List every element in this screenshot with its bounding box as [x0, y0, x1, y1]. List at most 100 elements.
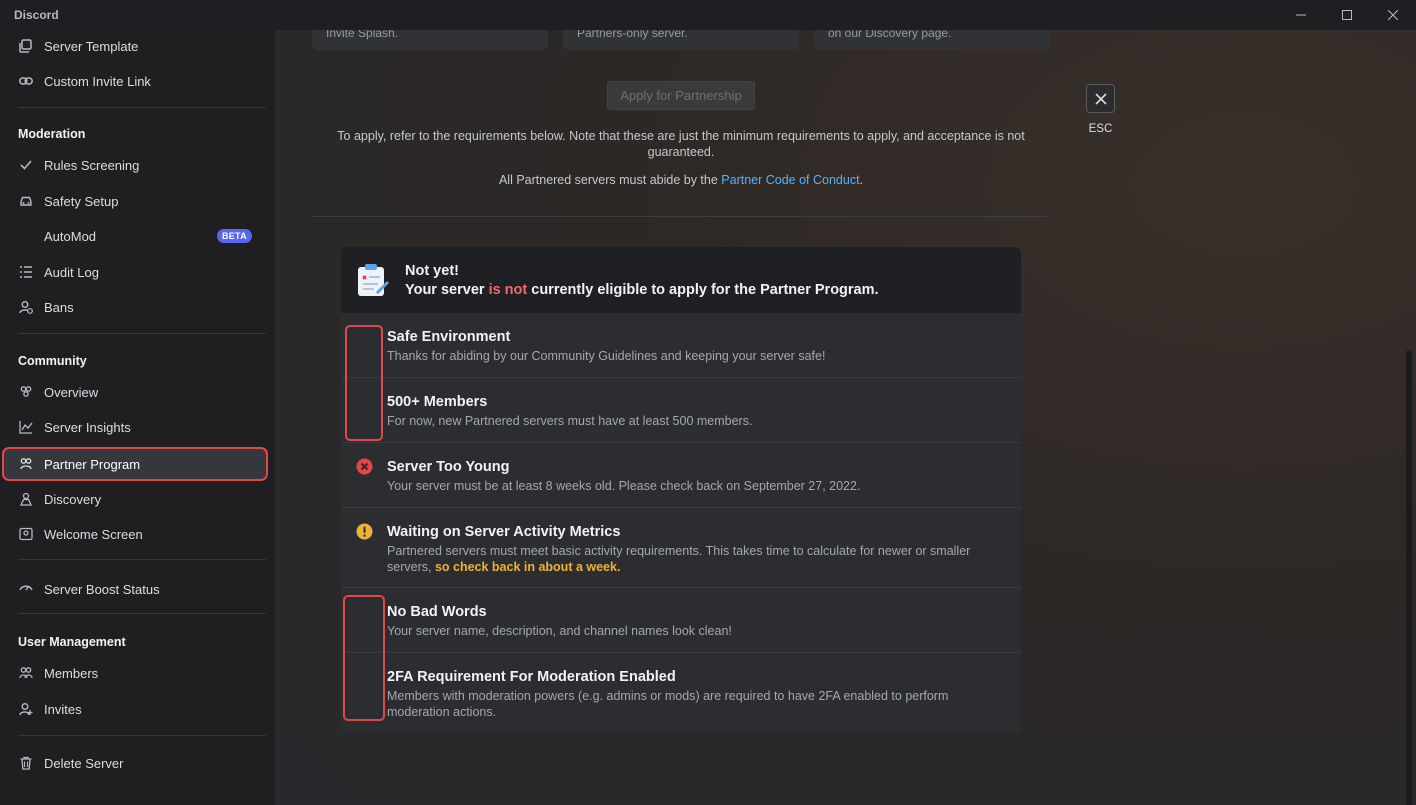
title-bar: Discord	[0, 0, 1416, 30]
close-icon	[1094, 92, 1107, 105]
sidebar-item-label: Server Boost Status	[44, 581, 160, 597]
sidebar-item-members[interactable]: Members	[8, 657, 264, 689]
requirement-title: Safe Environment	[387, 329, 511, 345]
requirement-title: Waiting on Server Activity Metrics	[387, 524, 621, 540]
sidebar-item-server-boost-status[interactable]: Server Boost Status	[8, 573, 264, 605]
requirement-title: Server Too Young	[387, 459, 510, 475]
sidebar-item-label: Welcome Screen	[44, 526, 143, 542]
esc-label: ESC	[1088, 123, 1113, 135]
sidebar-item-bans[interactable]: Bans	[8, 291, 264, 323]
requirement-row: No Bad Words Your server name, descripti…	[341, 588, 1021, 653]
section-header-user-management: User Management	[18, 635, 126, 649]
divider	[18, 333, 266, 334]
window-controls	[1278, 0, 1416, 30]
requirement-description: Partnered servers must meet basic activi…	[387, 544, 971, 574]
check-icon	[18, 157, 34, 173]
close-icon	[1388, 10, 1398, 20]
apply-for-partnership-button[interactable]: Apply for Partnership	[607, 81, 755, 110]
welcome-icon	[18, 526, 34, 542]
link-icon	[18, 73, 34, 89]
settings-sidebar: Server Template Custom Invite Link Moder…	[0, 30, 275, 805]
sidebar-item-safety-setup[interactable]: Safety Setup	[8, 185, 264, 217]
section-header-moderation: Moderation	[18, 127, 86, 141]
sidebar-item-rules-screening[interactable]: Rules Screening	[8, 149, 264, 181]
partner-icon	[18, 456, 34, 472]
car-icon	[18, 193, 34, 209]
sidebar-item-server-template[interactable]: Server Template	[8, 30, 264, 62]
warning-icon	[356, 523, 373, 540]
requirement-row: Server Too Young Your server must be at …	[341, 443, 1021, 508]
requirement-title: 500+ Members	[387, 394, 488, 410]
perk-card: Partners-only server.	[563, 30, 799, 50]
divider	[312, 216, 1050, 217]
requirement-title: 2FA Requirement For Moderation Enabled	[387, 669, 676, 685]
discovery-icon	[18, 491, 34, 507]
eligibility-panel: Not yet! Your server is not currently el…	[341, 247, 1021, 733]
trash-icon	[18, 755, 34, 771]
requirement-row: Waiting on Server Activity Metrics Partn…	[341, 508, 1021, 588]
sidebar-item-label: Server Template	[44, 38, 139, 54]
sidebar-item-label: Safety Setup	[44, 193, 119, 209]
close-settings-button[interactable]	[1086, 84, 1115, 113]
maximize-button[interactable]	[1324, 0, 1370, 30]
eligibility-header: Not yet! Your server is not currently el…	[341, 247, 1021, 313]
sidebar-item-label: Members	[44, 665, 99, 681]
close-window-button[interactable]	[1370, 0, 1416, 30]
members-icon	[18, 665, 34, 681]
boost-icon	[18, 581, 34, 597]
divider	[18, 735, 266, 736]
sidebar-item-discovery[interactable]: Discovery	[8, 483, 264, 515]
requirement-description: Members with moderation powers (e.g. adm…	[387, 689, 949, 719]
perk-card: on our Discovery page.	[814, 30, 1050, 50]
sidebar-item-label: Rules Screening	[44, 157, 140, 173]
sidebar-item-label: Audit Log	[44, 264, 99, 280]
sidebar-item-label: Invites	[44, 701, 82, 717]
sidebar-item-custom-invite-link[interactable]: Custom Invite Link	[8, 65, 264, 97]
divider	[18, 107, 266, 108]
invite-icon	[18, 701, 34, 717]
requirement-row: Safe Environment Thanks for abiding by o…	[341, 313, 1021, 378]
requirement-row: 2FA Requirement For Moderation Enabled M…	[341, 653, 1021, 733]
sidebar-item-label: Custom Invite Link	[44, 73, 151, 89]
sidebar-item-label: Overview	[44, 384, 99, 400]
sidebar-item-label: Partner Program	[44, 456, 141, 472]
scrollbar[interactable]	[1406, 350, 1412, 805]
divider	[18, 559, 266, 560]
list-icon	[18, 264, 34, 280]
minimize-button[interactable]	[1278, 0, 1324, 30]
beta-badge: BETA	[216, 229, 252, 243]
sidebar-item-label: Bans	[44, 299, 74, 315]
app-title: Discord	[14, 8, 59, 22]
people-icon	[18, 384, 34, 400]
requirement-description: Thanks for abiding by our Community Guid…	[387, 349, 826, 363]
requirement-row: 500+ Members For now, new Partnered serv…	[341, 378, 1021, 443]
partner-code-of-conduct-link[interactable]: Partner Code of Conduct	[721, 173, 859, 187]
requirement-description: Your server name, description, and chann…	[387, 624, 732, 638]
sidebar-item-automod[interactable]: AutoMod BETA	[8, 220, 264, 252]
sidebar-item-welcome-screen[interactable]: Welcome Screen	[8, 518, 264, 550]
template-icon	[18, 38, 34, 54]
sidebar-item-label: Server Insights	[44, 419, 131, 435]
sidebar-item-audit-log[interactable]: Audit Log	[8, 256, 264, 288]
eligibility-subtitle: Your server is not currently eligible to…	[405, 281, 879, 298]
section-header-community: Community	[18, 354, 87, 368]
sidebar-item-invites[interactable]: Invites	[8, 693, 264, 725]
missing-icon-highlight	[345, 325, 383, 441]
minimize-icon	[1296, 14, 1306, 16]
sidebar-item-delete-server[interactable]: Delete Server	[8, 747, 264, 779]
requirement-title: No Bad Words	[387, 604, 487, 620]
requirement-description: Your server must be at least 8 weeks old…	[387, 479, 861, 493]
sidebar-item-server-insights[interactable]: Server Insights	[8, 411, 264, 443]
sidebar-item-label: AutoMod	[44, 228, 97, 244]
main-content: Invite Splash. Partners-only server. on …	[275, 30, 1416, 805]
eligibility-title: Not yet!	[405, 262, 459, 279]
sidebar-item-label: Discovery	[44, 491, 102, 507]
maximize-icon	[1342, 10, 1352, 20]
requirement-description: For now, new Partnered servers must have…	[387, 414, 753, 428]
sidebar-item-overview[interactable]: Overview	[8, 376, 264, 408]
code-of-conduct-note: All Partnered servers must abide by the …	[498, 173, 864, 187]
missing-icon-highlight	[343, 595, 385, 721]
sidebar-item-partner-program[interactable]: Partner Program	[2, 447, 268, 481]
ban-icon	[18, 299, 34, 315]
sidebar-item-label: Delete Server	[44, 755, 124, 771]
